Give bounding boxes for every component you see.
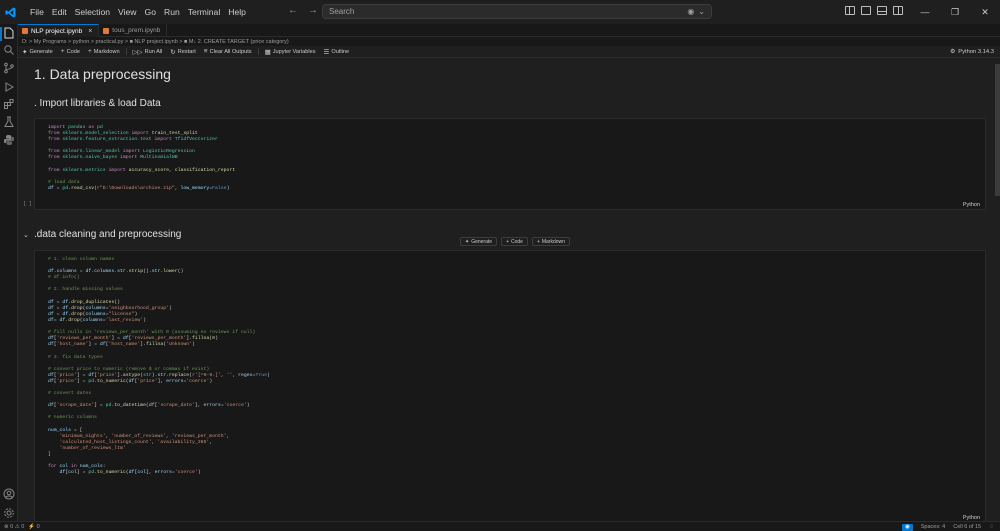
kernel-picker[interactable]: ⚙ Python 3.14.3 xyxy=(950,46,994,58)
window-controls: — ❐ ✕ xyxy=(910,0,1000,24)
scrollbar-thumb[interactable] xyxy=(995,64,1000,196)
activity-bar xyxy=(0,24,18,521)
markdown-heading-2: .data cleaning and preprocessing xyxy=(34,229,182,240)
indentation-status[interactable]: Spaces: 4 xyxy=(921,524,945,530)
notebook-icon xyxy=(22,28,28,34)
menu-terminal[interactable]: Terminal xyxy=(184,0,224,24)
insert-code-button[interactable]: + Code xyxy=(501,237,528,246)
command-center-search[interactable]: Search ◉ ⌄ xyxy=(322,4,712,19)
code-cell[interactable]: import pandas as pd from sklearn.model_s… xyxy=(23,118,986,210)
menu-go[interactable]: Go xyxy=(141,0,160,24)
ports-status[interactable]: ⚡ 0 xyxy=(28,524,39,530)
status-bar: ⊗ 0 ⚠ 0 ⚡ 0 ◉ Spaces: 4 Cell 6 of 15 ♢ xyxy=(0,521,1000,531)
python-icon[interactable] xyxy=(3,134,15,146)
copilot-icon[interactable]: ◉ xyxy=(687,7,694,16)
markdown-heading-1: 1. Data preprocessing xyxy=(34,66,171,82)
editor-tab-bar: NLP project.ipynb × tous_prem.ipynb xyxy=(18,24,1000,37)
menu-help[interactable]: Help xyxy=(224,0,250,24)
notebook-editor[interactable]: 1. Data preprocessing . Import libraries… xyxy=(18,58,1000,521)
sparkle-icon: ✦ xyxy=(22,48,28,56)
notifications-bell-icon[interactable]: ♢ xyxy=(989,524,994,530)
toggle-panel-icon[interactable] xyxy=(877,6,887,15)
kernel-icon: ⚙ xyxy=(950,49,956,55)
run-all-button[interactable]: ▷▷ Run All xyxy=(129,48,167,56)
tab-label: tous_prem.ipynb xyxy=(112,27,161,34)
menu-file[interactable]: File xyxy=(26,0,48,24)
add-markdown-cell-button[interactable]: + Markdown xyxy=(84,48,124,55)
explorer-icon[interactable] xyxy=(3,27,15,39)
plus-icon: + xyxy=(506,238,509,245)
copilot-status-icon[interactable]: ◉ xyxy=(901,523,913,531)
chevron-down-icon[interactable]: ⌄ xyxy=(23,231,29,239)
insert-generate-button[interactable]: ✦ Generate xyxy=(460,237,498,246)
generate-button[interactable]: ✦ Generate xyxy=(18,48,57,56)
clear-all-icon: ≡ xyxy=(203,48,208,55)
kernel-label: Python 3.14.3 xyxy=(958,49,994,55)
menu-edit[interactable]: Edit xyxy=(48,0,71,24)
minimize-icon[interactable]: — xyxy=(910,0,940,24)
toggle-sidebar-icon[interactable] xyxy=(845,6,855,15)
toggle-editor-layout-icon[interactable] xyxy=(861,6,871,15)
restart-button[interactable]: ↻ Restart xyxy=(166,48,199,56)
search-placeholder: Search xyxy=(329,7,355,16)
add-code-cell-button[interactable]: + Code xyxy=(57,48,84,55)
execution-count: [ ] xyxy=(23,201,33,207)
markdown-heading-2: . Import libraries & load Data xyxy=(34,98,161,109)
close-icon[interactable]: ✕ xyxy=(970,0,1000,24)
layout-controls xyxy=(845,6,903,15)
insert-cell-bar: ✦ Generate + Code + Markdown xyxy=(460,237,570,246)
tab-tous-prem[interactable]: tous_prem.ipynb xyxy=(99,24,168,37)
plus-icon: + xyxy=(536,238,540,245)
sparkle-icon: ✦ xyxy=(465,238,470,245)
jupyter-variables-button[interactable]: ▦ Jupyter Variables xyxy=(261,48,320,56)
active-indicator xyxy=(0,27,2,41)
editor-scrollbar[interactable] xyxy=(995,58,1000,521)
menu-bar: File Edit Selection View Go Run Terminal… xyxy=(26,0,250,24)
source-control-icon[interactable] xyxy=(3,62,15,74)
forward-arrow-icon[interactable]: → xyxy=(308,5,318,16)
notebook-toolbar: ✦ Generate + Code + Markdown ▷▷ Run All ↻ Res… xyxy=(18,46,1000,58)
cell-source[interactable]: # 1. clean column names df.columns = df.… xyxy=(48,257,270,476)
outline-icon: ☰ xyxy=(323,48,330,56)
back-arrow-icon[interactable]: ← xyxy=(288,5,298,16)
run-all-icon: ▷▷ xyxy=(132,48,143,56)
search-icon[interactable] xyxy=(3,44,15,56)
close-tab-icon[interactable]: × xyxy=(88,28,92,35)
menu-selection[interactable]: Selection xyxy=(71,0,114,24)
problems-status[interactable]: ⊗ 0 ⚠ 0 xyxy=(4,524,24,530)
extensions-icon[interactable] xyxy=(3,98,15,110)
cell-position-status[interactable]: Cell 6 of 15 xyxy=(953,524,981,530)
cell-language[interactable]: Python xyxy=(963,202,980,208)
cell-source[interactable]: import pandas as pd from sklearn.model_s… xyxy=(48,125,235,192)
testing-icon[interactable] xyxy=(3,116,15,128)
variables-icon: ▦ xyxy=(264,48,271,56)
menu-run[interactable]: Run xyxy=(160,0,184,24)
tab-label: NLP project.ipynb xyxy=(31,27,83,35)
plus-icon: + xyxy=(60,48,65,55)
account-icon[interactable] xyxy=(3,488,15,500)
plus-icon: + xyxy=(87,48,92,55)
clear-outputs-button[interactable]: ≡ Clear All Outputs xyxy=(200,48,256,55)
restore-icon[interactable]: ❐ xyxy=(940,0,970,24)
outline-button[interactable]: ☰ Outline xyxy=(320,48,354,56)
vscode-logo-icon xyxy=(0,0,20,24)
settings-gear-icon[interactable] xyxy=(3,507,15,519)
title-bar: File Edit Selection View Go Run Terminal… xyxy=(0,0,1000,24)
restart-icon: ↻ xyxy=(170,48,176,56)
breadcrumb[interactable]: D: > My Programs > python > practical.py… xyxy=(22,37,289,46)
run-debug-icon[interactable] xyxy=(3,81,15,93)
tab-nlp-project[interactable]: NLP project.ipynb × xyxy=(18,24,100,37)
toolbar-divider xyxy=(125,48,127,55)
notebook-icon xyxy=(103,27,110,34)
menu-view[interactable]: View xyxy=(114,0,140,24)
insert-markdown-button[interactable]: + Markdown xyxy=(531,237,570,246)
toggle-secondary-sidebar-icon[interactable] xyxy=(893,6,903,15)
nav-arrows: ← → xyxy=(288,5,318,16)
chevron-down-icon[interactable]: ⌄ xyxy=(698,7,705,16)
toolbar-divider xyxy=(257,48,259,55)
code-cell[interactable]: # 1. clean column names df.columns = df.… xyxy=(34,250,986,521)
